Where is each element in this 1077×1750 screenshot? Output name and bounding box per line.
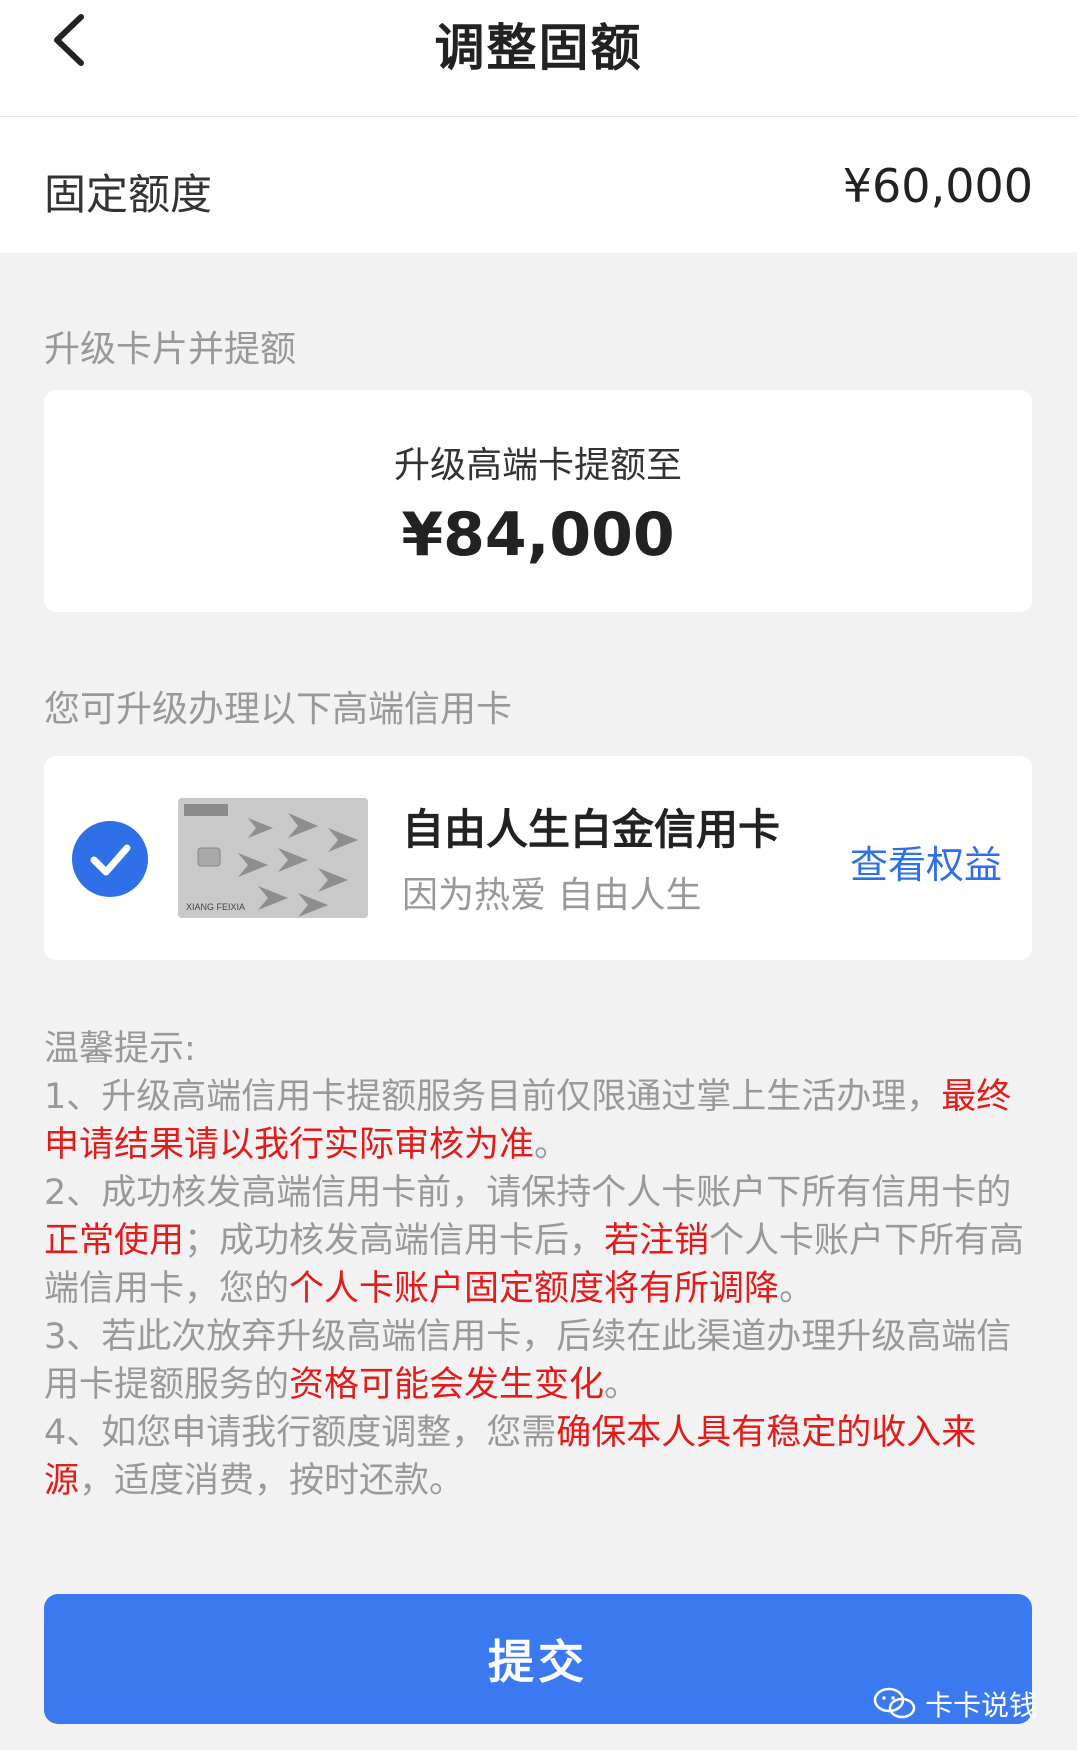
view-benefits-link[interactable]: 查看权益 [850,834,1002,889]
watermark: 卡卡说钱 [873,1684,1037,1724]
upgrade-amount-panel: 升级高端卡提额至 ¥84,000 [44,390,1032,612]
card-section-label: 您可升级办理以下高端信用卡 [44,689,513,730]
card-name: 自由人生白金信用卡 [402,805,781,854]
fixed-limit-row: 固定额度 ¥60,000 [0,117,1077,253]
upgrade-amount: ¥84,000 [401,500,675,570]
tip-item-3: 3、若此次放弃升级高端信用卡，后续在此渠道办理升级高端信用卡提额服务的资格可能会… [44,1317,1012,1405]
tip-item-4: 4、如您申请我行额度调整，您需确保本人具有稳定的收入来源，适度消费，按时还款。 [44,1413,977,1501]
page-title: 调整固额 [434,19,643,77]
tip-item-2: 2、成功核发高端信用卡前，请保持个人卡账户下所有信用卡的正常使用；成功核发高端信… [44,1173,1025,1309]
fixed-limit-value: ¥60,000 [842,159,1033,213]
upgrade-subtitle: 升级高端卡提额至 [393,445,682,486]
upgrade-section-label: 升级卡片并提额 [44,329,297,370]
tips-title: 温馨提示: [44,1029,196,1069]
credit-card-image: XIANG FEIXIA [178,798,368,918]
selected-check-icon[interactable] [72,821,148,897]
tip-item-1: 1、升级高端信用卡提额服务目前仅限通过掌上生活办理，最终申请结果请以我行实际审核… [44,1077,1012,1165]
submit-label: 提交 [488,1635,588,1689]
card-slogan: 因为热爱 自由人生 [402,875,702,916]
fixed-limit-label: 固定额度 [44,170,213,219]
card-option[interactable]: XIANG FEIXIA 自由人生白金信用卡 因为热爱 自由人生 查看权益 [44,756,1032,960]
top-bar: 调整固额 [0,0,1077,117]
wechat-icon [873,1687,916,1719]
tips-block: 温馨提示: 1、升级高端信用卡提额服务目前仅限通过掌上生活办理，最终申请结果请以… [44,1025,1034,1505]
watermark-text: 卡卡说钱 [924,1689,1037,1722]
card-thumb-text: XIANG FEIXIA [186,902,245,912]
